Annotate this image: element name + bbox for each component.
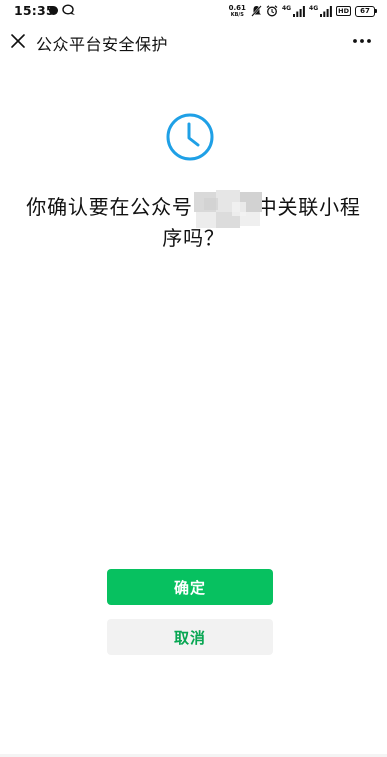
net-speed: 0.61 KB/S (228, 3, 246, 18)
alarm-icon (266, 5, 278, 17)
battery-level: 67 (360, 6, 370, 15)
signal-label-2: 4G (309, 4, 319, 12)
mute-icon (251, 5, 262, 17)
clock-icon (166, 113, 214, 161)
battery-icon: 67 (355, 5, 377, 17)
chat-bubble-icon (62, 4, 75, 15)
title-bar: 公众平台安全保护 (0, 24, 387, 60)
confirm-question: 你确认要在公众号 中关联小程序吗？ (20, 192, 367, 254)
confirm-button[interactable]: 确定 (107, 569, 273, 605)
net-speed-unit: KB/S (230, 11, 244, 18)
hd-badge: HD (336, 6, 351, 16)
notification-dot-icon (49, 6, 58, 15)
status-bar: 15:35 0.61 KB/S 4G 4G HD 67 (0, 0, 387, 22)
page-title: 公众平台安全保护 (36, 35, 169, 54)
close-icon[interactable] (7, 30, 29, 52)
signal-icon (293, 5, 305, 17)
more-icon[interactable] (351, 32, 373, 50)
signal-label-1: 4G (281, 4, 292, 12)
signal-icon (320, 5, 333, 17)
status-icons: 0.61 KB/S 4G 4G HD 67 (228, 3, 377, 19)
cancel-button[interactable]: 取消 (107, 619, 273, 655)
screen: 15:35 0.61 KB/S 4G 4G HD 67 公众平台安全保护 你确认… (0, 0, 387, 757)
question-text-1: 你确认要在公众号 (26, 195, 193, 219)
net-speed-value: 0.61 (228, 3, 246, 12)
